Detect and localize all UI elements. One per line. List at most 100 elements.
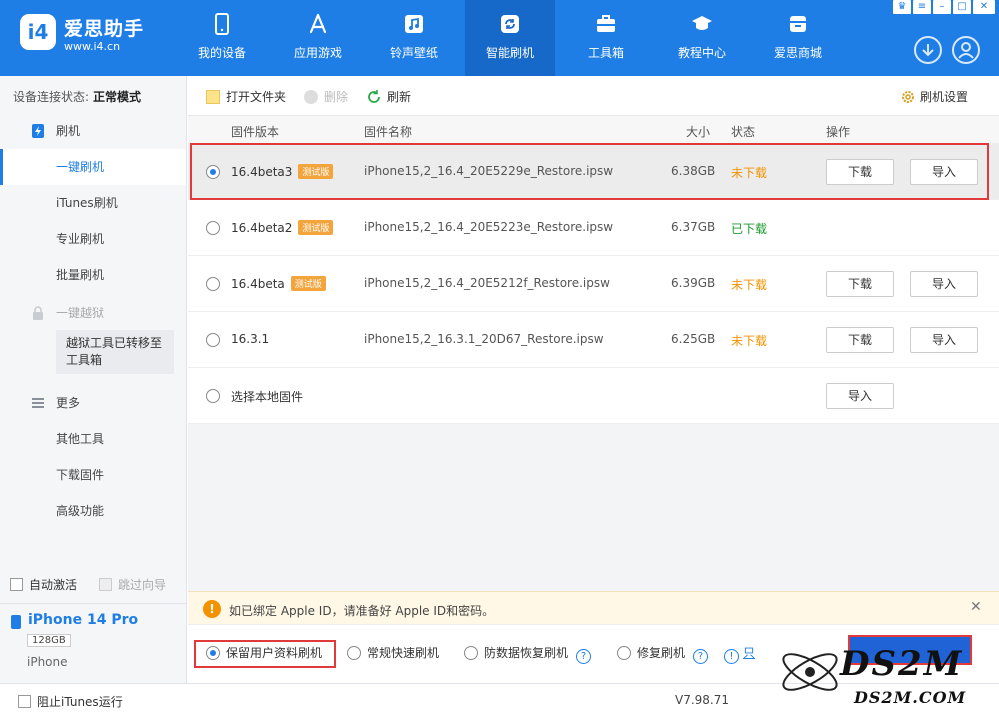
option-label: 常规快速刷机 [367, 646, 440, 660]
nav-label: 智能刷机 [485, 46, 534, 60]
sidebar-item-label: 下载固件 [56, 468, 105, 482]
open-folder-button[interactable]: 打开文件夹 [206, 88, 286, 105]
maximize-icon[interactable]: □ [953, 0, 971, 14]
music-icon [405, 15, 423, 33]
firmware-version: 16.4beta2 [231, 221, 293, 235]
auto-activate-checkbox[interactable]: 自动激活 [10, 576, 77, 593]
flash-settings-label: 刷机设置 [920, 90, 969, 104]
notice-bar: ! 如已绑定 Apple ID，请准备好 Apple ID和密码。 ✕ [188, 591, 999, 625]
nav-tutorials[interactable]: 教程中心 [657, 0, 747, 76]
nav-label: 应用游戏 [293, 46, 342, 60]
option-quick-flash[interactable]: 常规快速刷机 [347, 644, 439, 661]
local-firmware-label: 选择本地固件 [231, 390, 304, 404]
option-label: 修复刷机 [637, 646, 686, 660]
block-itunes-checkbox[interactable]: 阻止iTunes运行 [18, 693, 123, 710]
row-radio[interactable] [206, 277, 220, 291]
open-folder-label: 打开文件夹 [226, 90, 287, 104]
nav-ringtones[interactable]: 铃声壁纸 [369, 0, 459, 76]
beta-badge: 测试版 [298, 220, 334, 235]
auto-activate-label: 自动激活 [29, 578, 78, 592]
user-account-icon[interactable] [952, 36, 980, 64]
sidebar-item-pro-flash[interactable]: 专业刷机 [0, 221, 186, 257]
import-button[interactable]: 导入 [910, 271, 978, 297]
flash-settings-button[interactable]: 刷机设置 [900, 88, 968, 105]
local-firmware-row[interactable]: 选择本地固件 导入 [188, 368, 999, 424]
radio-anti-recovery[interactable] [464, 646, 478, 660]
row-radio[interactable] [206, 389, 220, 403]
help-icon[interactable]: ? [693, 649, 709, 664]
row-radio[interactable] [206, 333, 220, 347]
info-link[interactable]: ! 只 [724, 644, 755, 664]
nav-toolbox[interactable]: 工具箱 [561, 0, 651, 76]
refresh-button[interactable]: 刷新 [366, 88, 411, 105]
empty-area [188, 424, 999, 591]
main-panel: 打开文件夹 删除 刷新 刷机设置 固件版本 固件名称 大小 状态 操作 16.4… [188, 76, 999, 683]
header-action: 操作 [826, 125, 851, 139]
firmware-size: 6.37GB [671, 220, 716, 234]
phone-icon [215, 13, 229, 35]
sidebar-item-download-firmware[interactable]: 下载固件 [0, 457, 186, 493]
radio-quick-flash[interactable] [347, 646, 361, 660]
nav-label: 工具箱 [587, 46, 624, 60]
table-row[interactable]: 16.4beta 测试版 iPhone15,2_16.4_20E5212f_Res… [188, 256, 999, 312]
firmware-size: 6.25GB [671, 332, 716, 346]
device-card[interactable]: iPhone 14 Pro 128GB iPhone [0, 603, 186, 683]
sidebar-section-more[interactable]: 更多 [0, 385, 186, 421]
option-anti-recovery[interactable]: 防数据恢复刷机? [464, 644, 592, 664]
nav-label: 教程中心 [677, 46, 726, 60]
nav-label: 铃声壁纸 [389, 46, 438, 60]
graduation-icon [692, 16, 712, 30]
download-manager-icon[interactable] [914, 36, 942, 64]
app-name: 爱思助手 [64, 18, 145, 40]
delete-label: 删除 [324, 90, 349, 104]
nav-my-device[interactable]: 我的设备 [177, 0, 267, 76]
minimize-icon[interactable]: – [933, 0, 951, 14]
nav-store[interactable]: 爱思商城 [753, 0, 843, 76]
sidebar-section-flash[interactable]: 刷机 [0, 113, 186, 149]
menu-icon[interactable]: ≡ [913, 0, 931, 14]
app-url: www.i4.cn [64, 40, 121, 53]
notice-text: 如已绑定 Apple ID，请准备好 Apple ID和密码。 [229, 604, 495, 618]
download-button[interactable]: 下载 [826, 327, 894, 353]
close-icon[interactable]: ✕ [970, 599, 982, 615]
firmware-size: 6.39GB [671, 276, 716, 290]
sidebar-section-label: 更多 [56, 396, 81, 410]
app-store-icon [309, 13, 327, 34]
sidebar-item-one-click-flash[interactable]: 一键刷机 [0, 149, 186, 185]
nav-label: 我的设备 [197, 46, 246, 60]
nav-label: 爱思商城 [773, 46, 822, 60]
import-button[interactable]: 导入 [826, 383, 894, 409]
nav-smart-flash[interactable]: 智能刷机 [465, 0, 555, 76]
header-status: 状态 [731, 125, 756, 139]
app-version: V7.98.71 [675, 693, 730, 707]
nav-apps-games[interactable]: 应用游戏 [273, 0, 363, 76]
sidebar-item-batch-flash[interactable]: 批量刷机 [0, 257, 186, 293]
option-repair-flash[interactable]: 修复刷机? [617, 644, 709, 664]
status-text: 已下载 [731, 222, 768, 236]
sidebar-item-jailbreak[interactable]: 一键越狱 [0, 295, 186, 331]
help-icon[interactable]: ? [576, 649, 592, 664]
checkbox-box[interactable] [99, 578, 112, 591]
refresh-icon [368, 90, 380, 103]
warning-icon: ! [203, 600, 221, 618]
skip-guide-checkbox[interactable]: 跳过向导 [99, 576, 166, 593]
sidebar-item-other-tools[interactable]: 其他工具 [0, 421, 186, 457]
checkbox-box[interactable] [18, 695, 31, 708]
firmware-name: iPhone15,2_16.3.1_20D67_Restore.ipsw [364, 332, 604, 346]
delete-button[interactable]: 删除 [304, 88, 348, 105]
sidebar-item-advanced[interactable]: 高级功能 [0, 493, 186, 529]
radio-repair-flash[interactable] [617, 646, 631, 660]
download-button[interactable]: 下载 [826, 271, 894, 297]
sidebar-item-label: 高级功能 [56, 504, 105, 518]
row-radio[interactable] [206, 221, 220, 235]
checkbox-box[interactable] [10, 578, 23, 591]
close-icon[interactable]: ✕ [973, 0, 995, 14]
sidebar-item-itunes-flash[interactable]: iTunes刷机 [0, 185, 186, 221]
info-link-label: 只 [743, 646, 756, 660]
table-row[interactable]: 16.3.1 iPhone15,2_16.3.1_20D67_Restore.i… [188, 312, 999, 368]
table-row[interactable]: 16.4beta2 测试版 iPhone15,2_16.4_20E5223e_Re… [188, 200, 999, 256]
info-icon: ! [724, 649, 739, 664]
watermark: DS2M DS2M.COM [770, 630, 999, 715]
import-button[interactable]: 导入 [910, 327, 978, 353]
skin-icon[interactable]: ♛ [893, 0, 911, 14]
